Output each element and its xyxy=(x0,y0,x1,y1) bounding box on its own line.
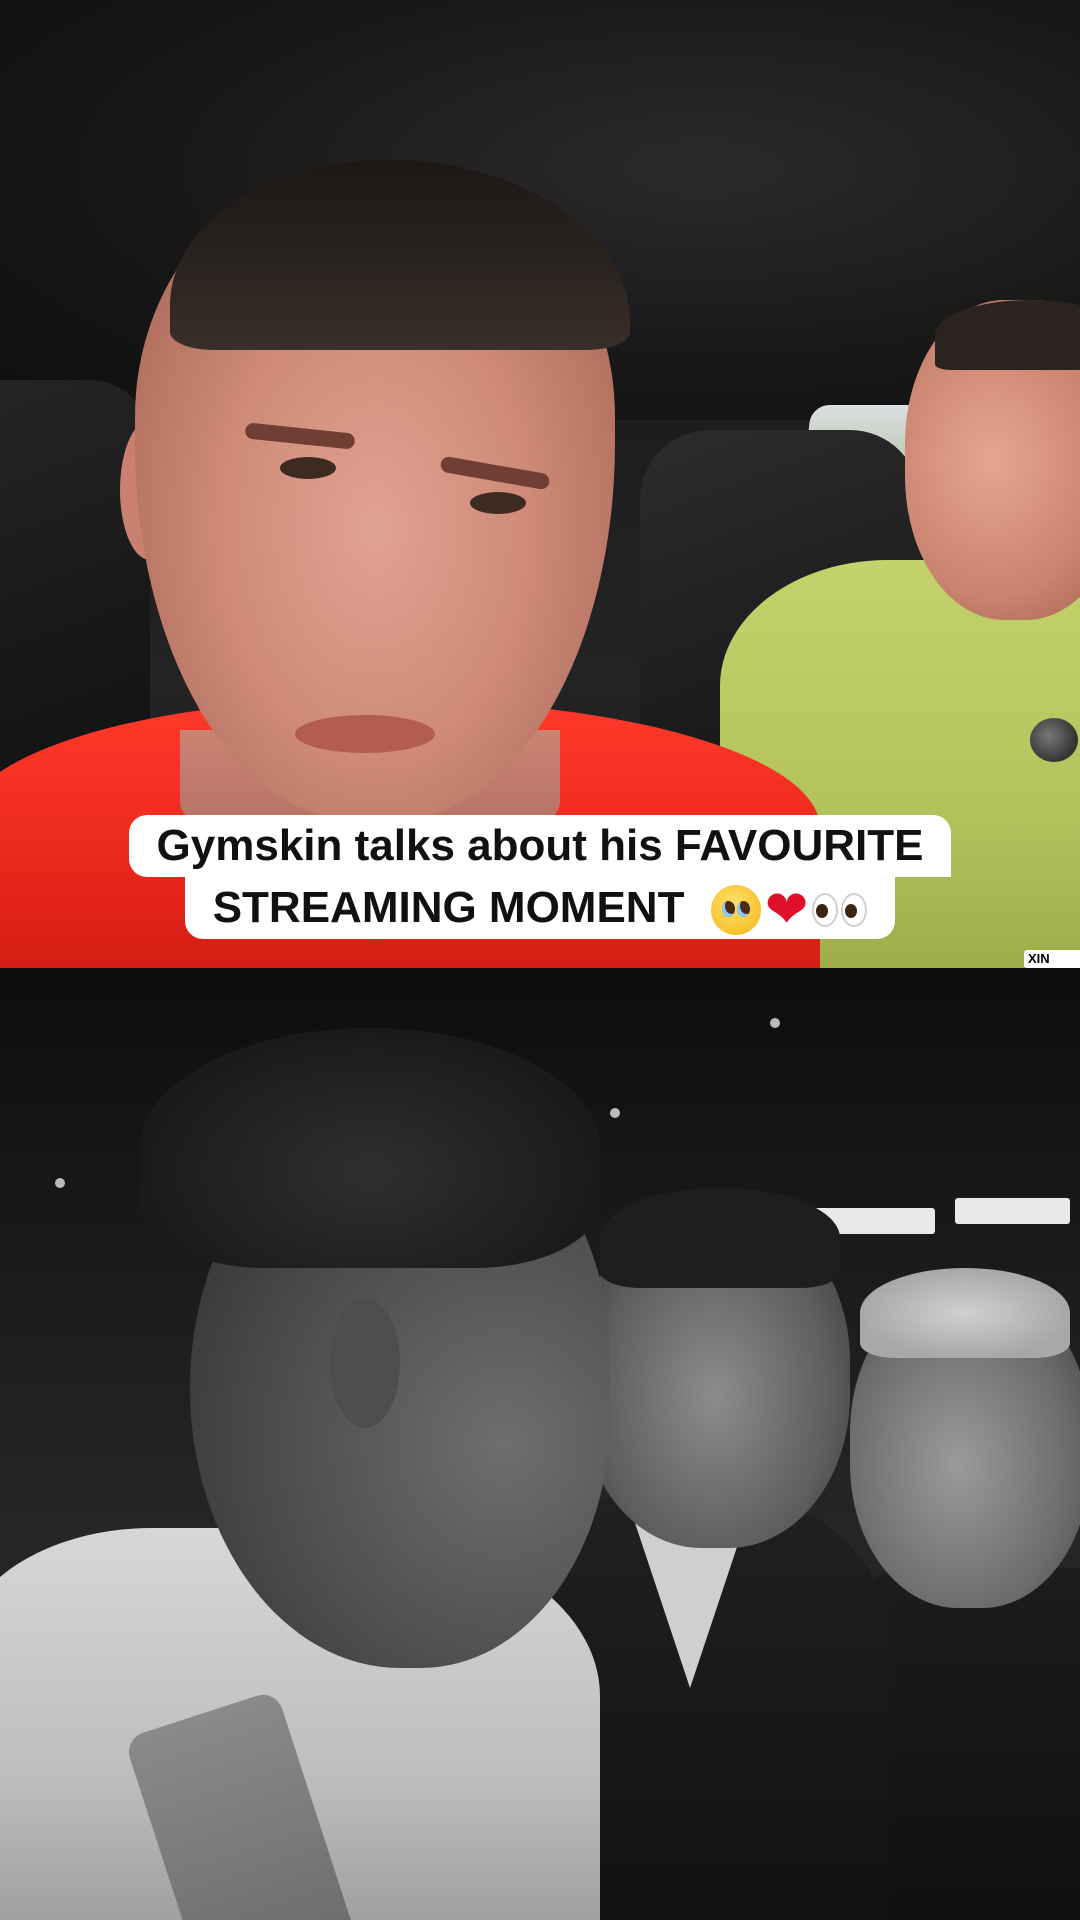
ceiling-spot xyxy=(770,1018,780,1028)
eye-left-icon xyxy=(812,893,839,928)
caption-emojis: ❤ xyxy=(710,880,868,941)
ceiling-spot xyxy=(55,1178,65,1188)
bottom-video-panel xyxy=(0,968,1080,1920)
eyes-icon xyxy=(812,893,868,928)
older-man-hair xyxy=(860,1268,1070,1358)
caption-line-2: STREAMING MOMENT xyxy=(212,883,685,932)
corner-watermark: XIN xyxy=(1024,950,1080,968)
ceiling-light-panel xyxy=(955,1198,1070,1224)
video-caption: Gymskin talks about his FAVOURITE STREAM… xyxy=(0,815,1080,939)
caption-line-2-wrap: STREAMING MOMENT ❤ xyxy=(184,877,896,941)
video-frame[interactable]: XIN Gymskin talks about his FAVOURITE ST… xyxy=(0,0,1080,1920)
ceiling-spot xyxy=(610,1108,620,1118)
foreground-man-ear xyxy=(330,1298,400,1428)
pleading-face-icon xyxy=(710,885,761,936)
middle-man-hair xyxy=(600,1188,840,1288)
foreground-man-hair xyxy=(140,1028,600,1268)
lavalier-mic xyxy=(1030,718,1078,762)
speaker-right-eye xyxy=(470,492,526,514)
speaker-mouth xyxy=(295,715,435,753)
eye-right-icon xyxy=(841,893,868,928)
red-heart-icon: ❤ xyxy=(764,880,809,941)
caption-line-1: Gymskin talks about his FAVOURITE xyxy=(128,815,952,877)
speaker-left-eye xyxy=(280,457,336,479)
